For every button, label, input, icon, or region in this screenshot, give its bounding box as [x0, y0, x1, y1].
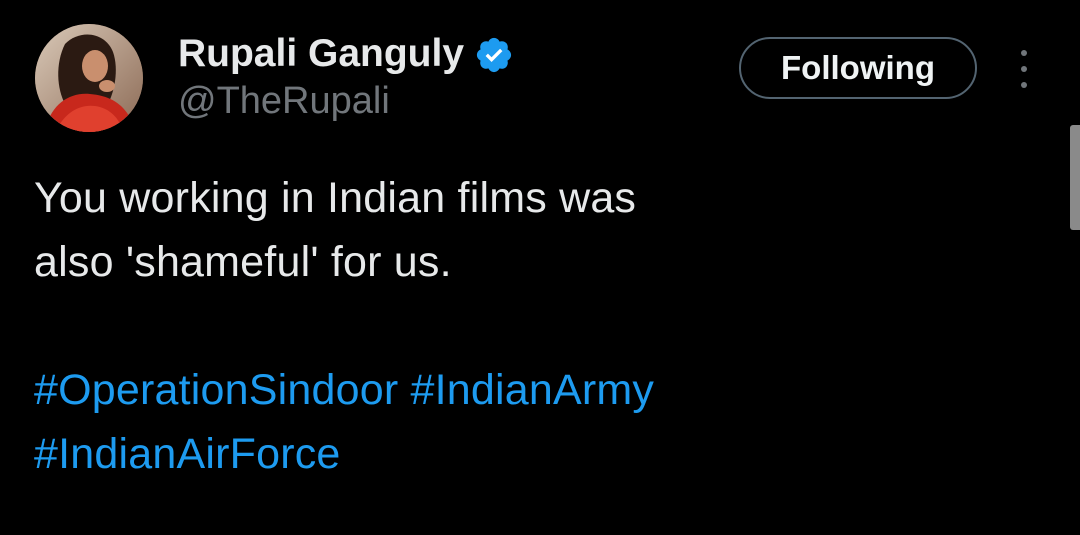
author-handle[interactable]: @TheRupali	[178, 80, 390, 123]
avatar[interactable]	[35, 24, 143, 132]
more-dot	[1021, 66, 1027, 72]
tweet-text-line: You working in Indian films was	[34, 174, 637, 222]
tweet-text-line: also 'shameful' for us.	[34, 238, 452, 286]
hashtag-link[interactable]: #IndianAirForce	[34, 430, 341, 478]
author-display-name[interactable]: Rupali Ganguly	[178, 32, 464, 76]
more-dot	[1021, 50, 1027, 56]
author-name-row: Rupali Ganguly	[178, 30, 514, 78]
hashtag-link[interactable]: #IndianArmy	[411, 366, 655, 414]
verified-badge-icon[interactable]	[474, 35, 514, 75]
tweet: Rupali Ganguly @TheRupali Following You …	[0, 0, 1080, 535]
following-button[interactable]: Following	[739, 37, 977, 99]
scrollbar[interactable]	[1070, 125, 1080, 230]
more-options-icon[interactable]	[1010, 50, 1038, 88]
tweet-text: You working in Indian films was also 'sh…	[34, 166, 934, 486]
hashtag-line: #IndianAirForce	[34, 422, 934, 486]
paragraph-break	[34, 294, 934, 358]
profile-photo-icon	[35, 24, 143, 132]
hashtag-line: #OperationSindoor #IndianArmy	[34, 358, 934, 422]
hashtag-link[interactable]: #OperationSindoor	[34, 366, 398, 414]
more-dot	[1021, 82, 1027, 88]
